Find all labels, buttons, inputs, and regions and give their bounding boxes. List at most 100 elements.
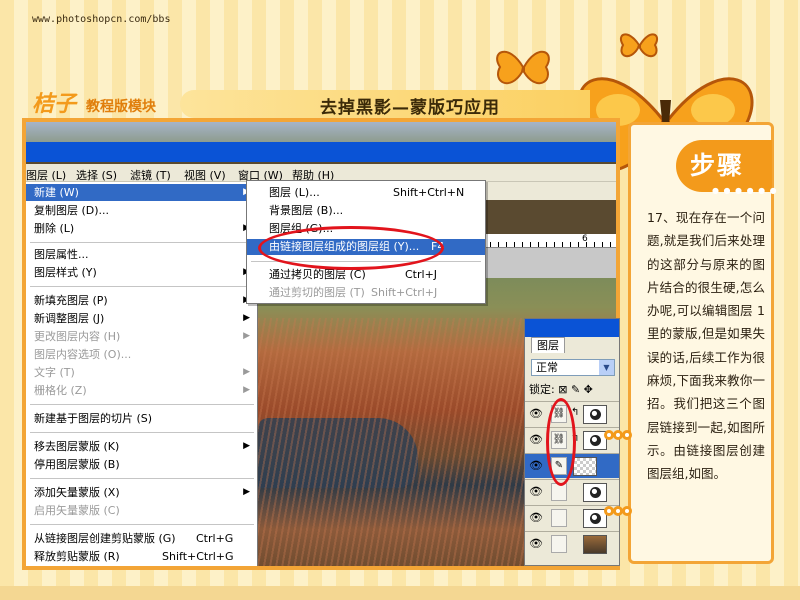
menu-item-label: 移去图层蒙版 (K) bbox=[34, 440, 120, 453]
tab-layers[interactable]: 图层 bbox=[531, 337, 565, 353]
link-slot[interactable] bbox=[551, 509, 567, 527]
menu-item-label: 图层样式 (Y) bbox=[34, 266, 97, 279]
menu-separator bbox=[30, 242, 254, 243]
menu-separator bbox=[30, 432, 254, 433]
site-url: www.photoshopcn.com/bbs bbox=[32, 14, 171, 25]
layer-menu: 新建 (W) ▶ 复制图层 (D)... 删除 (L) ▶ 图层属性... 图层… bbox=[26, 182, 258, 566]
menu-item-label: 更改图层内容 (H) bbox=[34, 330, 121, 343]
layer-row[interactable]: 👁 bbox=[525, 531, 619, 556]
bottom-stripe bbox=[0, 586, 800, 600]
menu-item-duplicate-layer[interactable]: 复制图层 (D)... bbox=[26, 202, 258, 219]
eye-icon[interactable]: 👁 bbox=[529, 433, 543, 446]
menu-item-new-adjustment-layer[interactable]: 新调整图层 (J) ▶ bbox=[26, 310, 258, 327]
logo-section: 教程版模块 bbox=[86, 99, 156, 115]
photo-strip bbox=[26, 122, 616, 142]
eye-icon[interactable]: 👁 bbox=[529, 537, 543, 550]
submenu-arrow-icon: ▶ bbox=[243, 367, 250, 377]
menu-item-new-fill-layer[interactable]: 新填充图层 (P) ▶ bbox=[26, 292, 258, 309]
ruler-label: 6 bbox=[582, 234, 588, 244]
lock-paint-icon[interactable]: ✎ bbox=[571, 383, 580, 396]
menu-item-release-clipping-mask[interactable]: 释放剪贴蒙版 (R) Shift+Ctrl+G bbox=[26, 548, 258, 565]
submenu-arrow-icon: ▶ bbox=[243, 331, 250, 341]
submenu-item-label: 通过剪切的图层 (T) bbox=[269, 286, 365, 299]
menu-item-rasterize: 栅格化 (Z) ▶ bbox=[26, 382, 258, 399]
layer-row[interactable]: 👁 bbox=[525, 479, 619, 504]
eye-icon[interactable]: 👁 bbox=[529, 407, 543, 420]
eye-icon[interactable]: 👁 bbox=[529, 485, 543, 498]
annotation-ellipse bbox=[258, 226, 444, 270]
lock-transparency-icon[interactable]: ⊠ bbox=[558, 383, 567, 396]
butterfly-small-icon bbox=[496, 50, 550, 85]
submenu-item-layer[interactable]: 图层 (L)... Shift+Ctrl+N bbox=[247, 185, 485, 201]
menu-separator bbox=[30, 524, 254, 525]
menu-select[interactable]: 选择 (S) bbox=[76, 167, 117, 183]
menu-item-label: 复制图层 (D)... bbox=[34, 204, 110, 217]
menu-item-disable-layer-mask[interactable]: 停用图层蒙版 (B) bbox=[26, 456, 258, 473]
lock-move-icon[interactable]: ✥ bbox=[584, 383, 593, 396]
menu-item-layer-properties[interactable]: 图层属性... bbox=[26, 246, 258, 263]
eye-icon[interactable]: 👁 bbox=[529, 459, 543, 472]
app-title-bar bbox=[26, 142, 616, 162]
photo-thumbnail bbox=[583, 535, 607, 554]
menu-item-add-vector-mask[interactable]: 添加矢量蒙版 (X) ▶ bbox=[26, 484, 258, 501]
lock-label: 锁定: bbox=[529, 383, 555, 396]
submenu-item-label: 图层 (L)... bbox=[269, 186, 320, 199]
menu-item-label: 文字 (T) bbox=[34, 366, 75, 379]
logo-brand: 桔子 bbox=[32, 91, 77, 117]
submenu-arrow-icon: ▶ bbox=[243, 385, 250, 395]
menu-item-label: 新调整图层 (J) bbox=[34, 312, 105, 325]
menu-item-create-clipping-mask[interactable]: 从链接图层创建剪贴蒙版 (G) Ctrl+G bbox=[26, 530, 258, 547]
layers-title-bar bbox=[525, 319, 619, 337]
menu-item-change-layer-content: 更改图层内容 (H) ▶ bbox=[26, 328, 258, 345]
menu-view[interactable]: 视图 (V) bbox=[184, 167, 226, 183]
submenu-item-layer-via-cut: 通过剪切的图层 (T) Shift+Ctrl+J bbox=[247, 285, 485, 301]
step-description: 17、现在存在一个问题,就是我们后来处理的这部分与原来的图片结合的很生硬,怎么办… bbox=[647, 210, 765, 482]
menu-item-label: 新填充图层 (P) bbox=[34, 294, 108, 307]
menu-item-layer-content-options: 图层内容选项 (O)... bbox=[26, 346, 258, 363]
menu-item-label: 图层内容选项 (O)... bbox=[34, 348, 132, 361]
submenu-item-label: 背景图层 (B)... bbox=[269, 204, 344, 217]
page-title: 去掉黑影—蒙版巧应用 bbox=[320, 98, 500, 118]
blend-mode-select[interactable]: 正常 ▼ bbox=[531, 359, 615, 376]
step-title: 步骤 bbox=[690, 151, 745, 180]
submenu-arrow-icon: ▶ bbox=[243, 487, 250, 497]
menu-item-enable-vector-mask: 启用矢量蒙版 (C) bbox=[26, 502, 258, 519]
submenu-arrow-icon: ▶ bbox=[243, 313, 250, 323]
menu-item-label: 从链接图层创建剪贴蒙版 (G) bbox=[34, 532, 176, 545]
chain-connector-icon bbox=[604, 430, 644, 442]
menu-layer[interactable]: 图层 (L) bbox=[26, 167, 66, 183]
menu-item-label: 启用矢量蒙版 (C) bbox=[34, 504, 120, 517]
submenu-item-background-layer[interactable]: 背景图层 (B)... bbox=[247, 203, 485, 219]
menu-item-new[interactable]: 新建 (W) ▶ bbox=[26, 184, 258, 201]
chain-connector-icon bbox=[604, 506, 644, 518]
menu-separator bbox=[30, 286, 254, 287]
menu-item-new-layer-based-slice[interactable]: 新建基于图层的切片 (S) bbox=[26, 410, 258, 427]
menu-item-label: 栅格化 (Z) bbox=[34, 384, 87, 397]
menu-item-label: 添加矢量蒙版 (X) bbox=[34, 486, 120, 499]
menu-item-shortcut: Ctrl+G bbox=[196, 532, 234, 545]
menu-item-shortcut: Shift+Ctrl+G bbox=[162, 550, 234, 563]
layer-thumbnail bbox=[573, 457, 597, 476]
chevron-down-icon: ▼ bbox=[599, 360, 614, 375]
menu-item-label: 新建 (W) bbox=[34, 186, 79, 199]
menu-item-label: 新建基于图层的切片 (S) bbox=[34, 412, 153, 425]
menu-separator bbox=[30, 404, 254, 405]
menu-separator bbox=[30, 478, 254, 479]
blend-mode-value: 正常 bbox=[536, 361, 558, 374]
eye-icon[interactable]: 👁 bbox=[529, 511, 543, 524]
menu-item-remove-layer-mask[interactable]: 移去图层蒙版 (K) ▶ bbox=[26, 438, 258, 455]
submenu-item-shortcut: Ctrl+J bbox=[405, 268, 438, 281]
menu-item-label: 图层属性... bbox=[34, 248, 89, 261]
submenu-item-shortcut: Shift+Ctrl+N bbox=[393, 186, 465, 199]
menu-item-delete[interactable]: 删除 (L) ▶ bbox=[26, 220, 258, 237]
menu-item-label: 删除 (L) bbox=[34, 222, 75, 235]
lock-row: 锁定: ⊠ ✎ ✥ bbox=[529, 381, 593, 397]
butterfly-tiny-icon bbox=[620, 33, 659, 58]
adjustment-thumbnail bbox=[583, 483, 607, 502]
step-dots: ● ● ● ● ● ● bbox=[712, 186, 778, 195]
link-slot[interactable] bbox=[551, 535, 567, 553]
menu-item-layer-style[interactable]: 图层样式 (Y) ▶ bbox=[26, 264, 258, 281]
menu-filter[interactable]: 滤镜 (T) bbox=[130, 167, 171, 183]
menu-item-type: 文字 (T) ▶ bbox=[26, 364, 258, 381]
adjustment-thumbnail bbox=[583, 405, 607, 424]
